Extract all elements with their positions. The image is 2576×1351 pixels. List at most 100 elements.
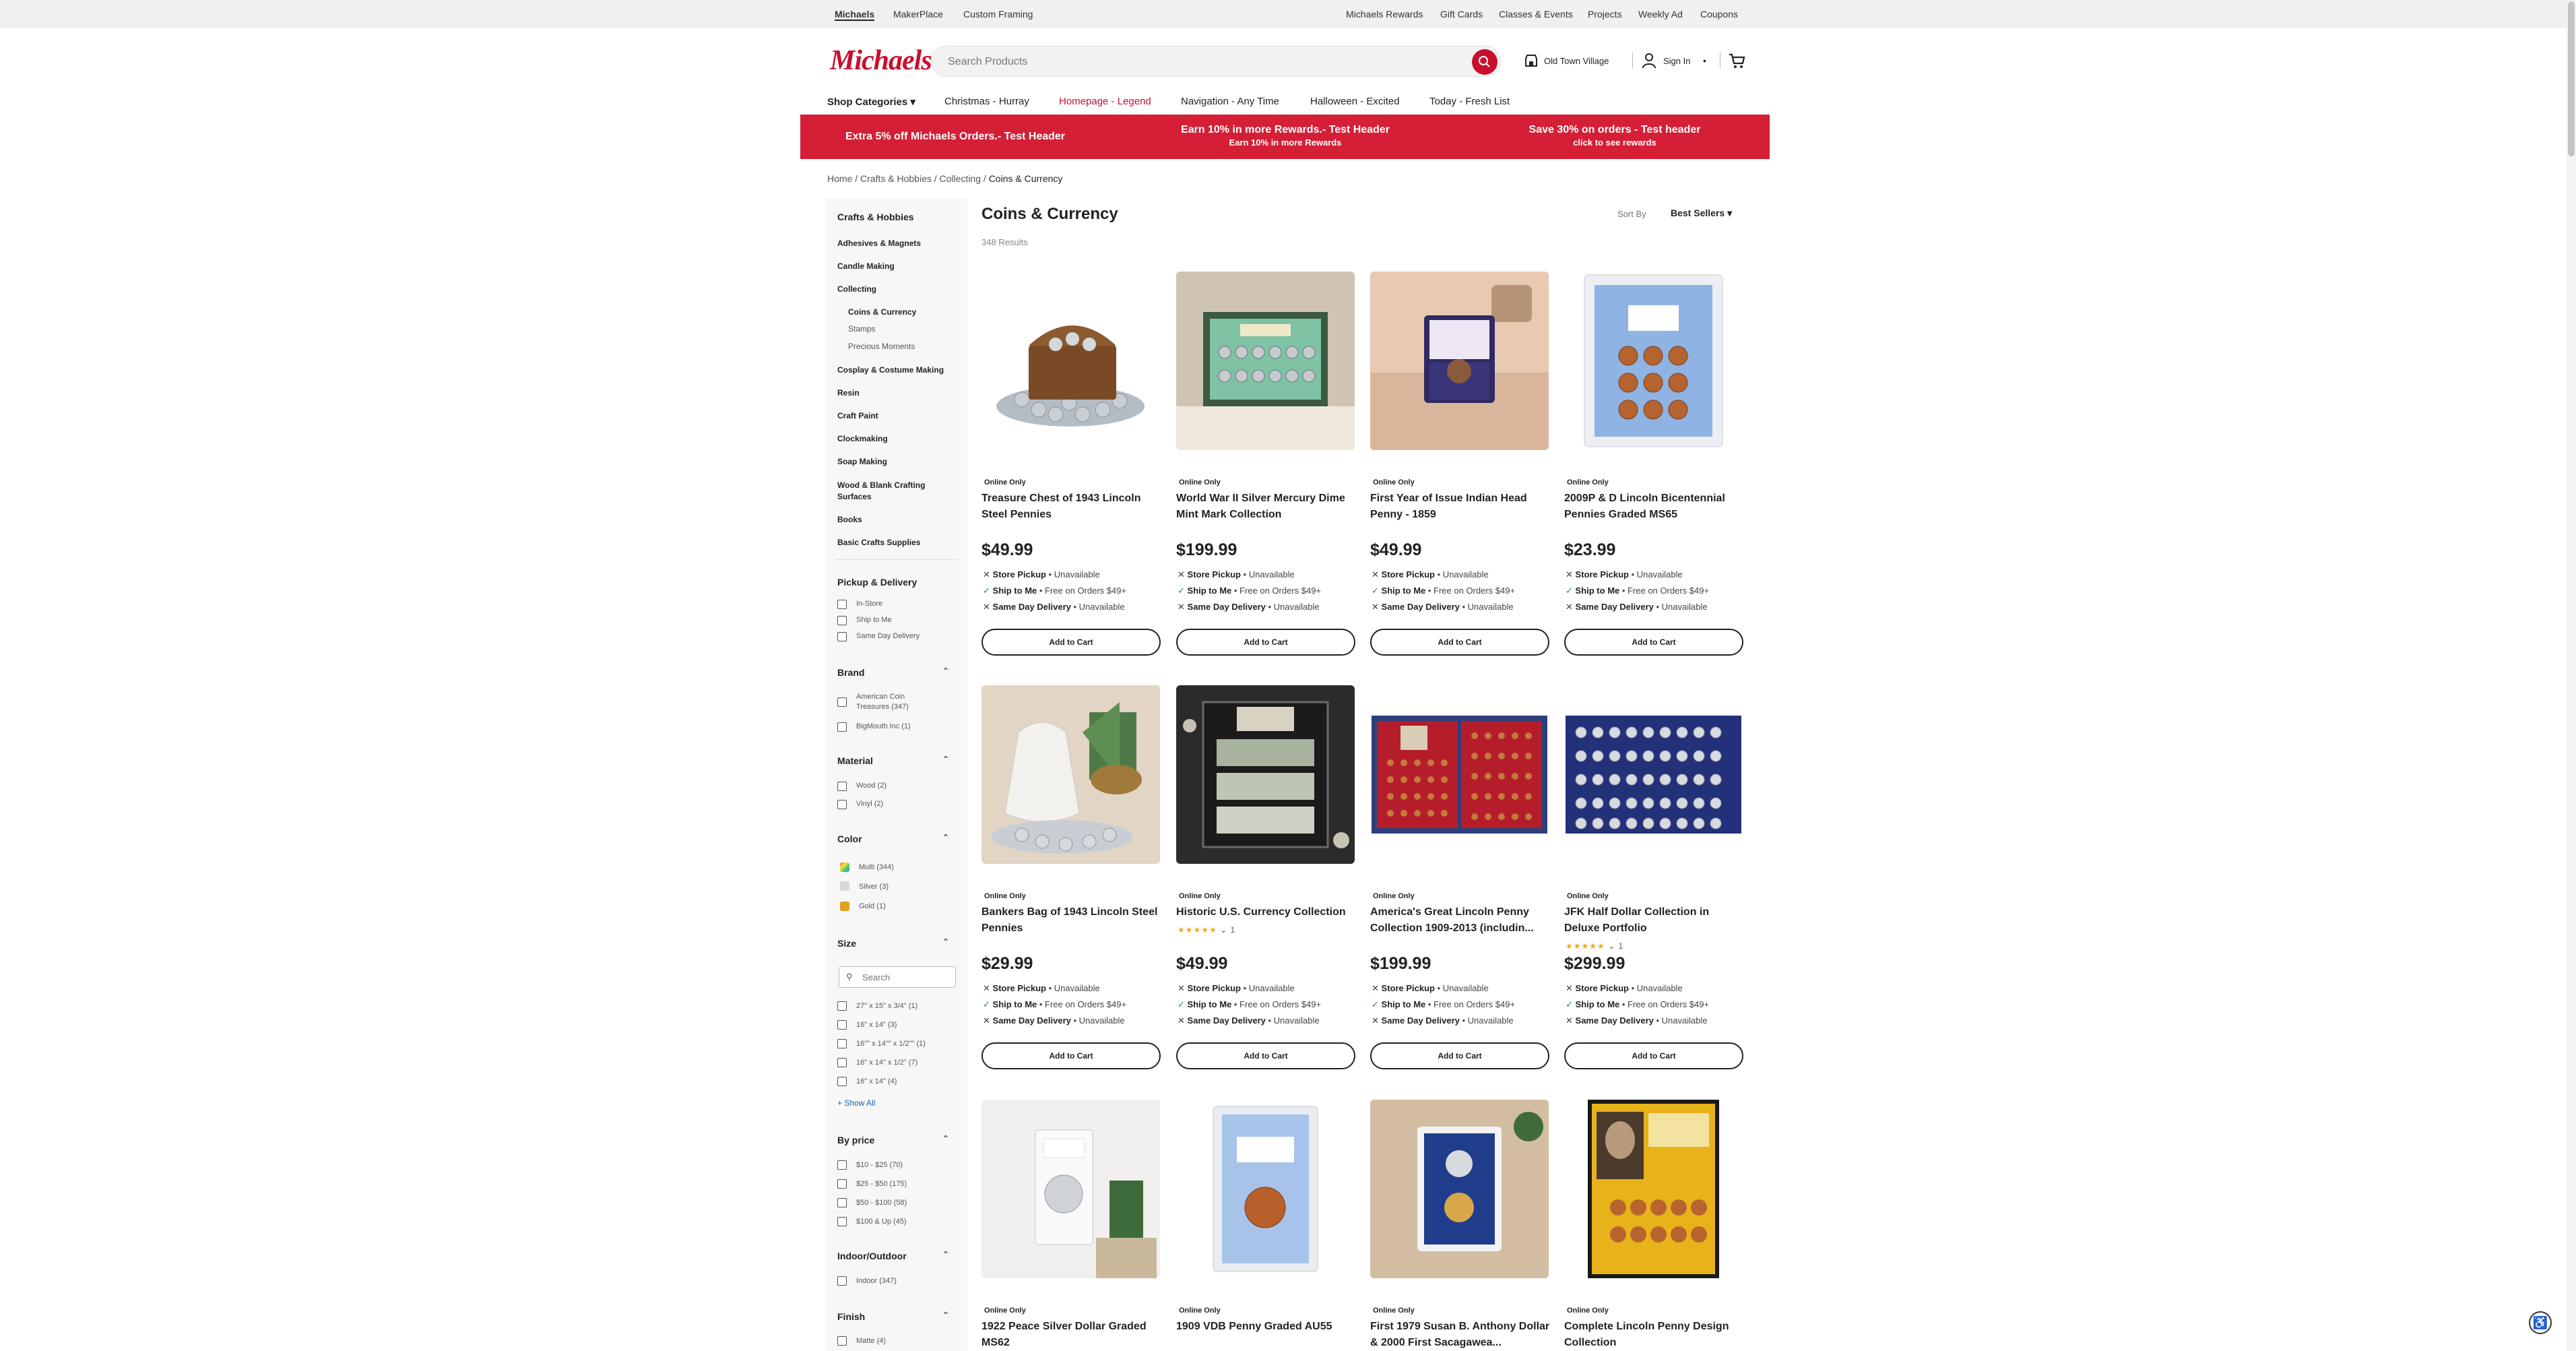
sidebar-cat[interactable]: Cosplay & Costume Making (837, 365, 944, 375)
sidebar-sub[interactable]: Precious Moments (848, 342, 915, 351)
star-rating[interactable]: ★★★★★ ⌄ 1 (1566, 941, 1623, 951)
sidebar-title[interactable]: Crafts & Hobbies (837, 212, 914, 222)
checkbox-size[interactable] (837, 1077, 847, 1086)
search-input[interactable]: Search Products (931, 46, 1501, 77)
promo-item-1[interactable]: Extra 5% off Michaels Orders.- Test Head… (800, 115, 1110, 159)
checkbox-price[interactable] (837, 1217, 847, 1226)
checkbox-sameday[interactable] (837, 632, 847, 641)
product-image[interactable] (1176, 1100, 1355, 1278)
checkbox-size[interactable] (837, 1039, 847, 1048)
utility-link-makerplace[interactable]: MakerPlace (893, 9, 943, 20)
star-rating[interactable]: ★★★★★ ⌄ 1 (1178, 925, 1235, 935)
size-search-input[interactable]: ⚲ Search (839, 966, 956, 988)
product-image[interactable] (1370, 272, 1549, 450)
product-name[interactable]: Complete Lincoln Penny Design Collection (1564, 1319, 1745, 1351)
sidebar-sub[interactable]: Stamps (848, 324, 876, 334)
sidebar-cat[interactable]: Resin (837, 388, 860, 398)
utility-link-coupons[interactable]: Coupons (1700, 9, 1738, 20)
promo-item-2[interactable]: Earn 10% in more Rewards.- Test Header Ea… (1130, 115, 1440, 159)
swatch-silver[interactable] (840, 881, 849, 891)
utility-link-classes[interactable]: Classes & Events (1499, 9, 1573, 20)
product-image[interactable] (1564, 1100, 1743, 1278)
cart-icon[interactable] (1728, 52, 1745, 69)
chevron-up-icon[interactable]: ⌃ (942, 1249, 950, 1261)
product-image[interactable] (1564, 272, 1743, 450)
checkbox-indoor[interactable] (837, 1276, 847, 1286)
add-to-cart-button[interactable]: Add to Cart (1176, 629, 1355, 656)
chevron-up-icon[interactable]: ⌃ (942, 1133, 950, 1145)
utility-link-weeklyad[interactable]: Weekly Ad (1638, 9, 1683, 20)
nav-item-homepage[interactable]: Homepage - Legend (1059, 96, 1151, 107)
add-to-cart-button[interactable]: Add to Cart (1564, 1042, 1743, 1069)
chevron-up-icon[interactable]: ⌃ (942, 1310, 950, 1321)
sidebar-cat[interactable]: Candle Making (837, 261, 895, 271)
add-to-cart-button[interactable]: Add to Cart (1370, 629, 1549, 656)
product-name[interactable]: America's Great Lincoln Penny Collection… (1370, 904, 1551, 937)
sidebar-sub-active[interactable]: Coins & Currency (848, 307, 916, 317)
michaels-logo[interactable]: Michaels (830, 44, 932, 77)
product-image[interactable] (1564, 685, 1743, 864)
sidebar-cat[interactable]: Soap Making (837, 457, 887, 466)
chevron-down-icon[interactable]: • (1703, 55, 1706, 66)
nav-item-navigation[interactable]: Navigation - Any Time (1181, 96, 1279, 107)
checkbox-size[interactable] (837, 1001, 847, 1011)
checkbox-price[interactable] (837, 1160, 847, 1170)
search-button[interactable] (1472, 49, 1498, 75)
checkbox-in-store[interactable] (837, 600, 847, 609)
filter-title-material[interactable]: Material (837, 755, 873, 766)
page-scrollbar[interactable] (2567, 0, 2576, 1351)
product-image[interactable] (1370, 1100, 1549, 1278)
product-name[interactable]: 2009P & D Lincoln Bicentennial Pennies G… (1564, 491, 1745, 523)
product-image[interactable] (1176, 685, 1355, 864)
product-name[interactable]: JFK Half Dollar Collection in Deluxe Por… (1564, 904, 1745, 937)
nav-item-christmas[interactable]: Christmas - Hurray (944, 96, 1029, 107)
product-image[interactable] (981, 1100, 1160, 1278)
product-name[interactable]: 1909 VDB Penny Graded AU55 (1176, 1319, 1357, 1335)
add-to-cart-button[interactable]: Add to Cart (1176, 1042, 1355, 1069)
sidebar-cat[interactable]: Books (837, 515, 862, 524)
breadcrumb-home[interactable]: Home (827, 173, 852, 184)
filter-title-indoor[interactable]: Indoor/Outdoor (837, 1251, 907, 1261)
product-image[interactable] (981, 685, 1160, 864)
product-name[interactable]: 1922 Peace Silver Dollar Graded MS62 (981, 1319, 1162, 1351)
add-to-cart-button[interactable]: Add to Cart (1564, 629, 1743, 656)
add-to-cart-button[interactable]: Add to Cart (981, 1042, 1161, 1069)
checkbox-price[interactable] (837, 1198, 847, 1207)
sidebar-cat[interactable]: Basic Crafts Supplies (837, 538, 920, 547)
filter-title-size[interactable]: Size (837, 938, 856, 949)
product-image[interactable] (981, 272, 1160, 450)
filter-title-pickup[interactable]: Pickup & Delivery (837, 577, 917, 588)
shop-categories-menu[interactable]: Shop Categories ▾ (827, 96, 915, 108)
filter-title-price[interactable]: By price (837, 1135, 874, 1145)
checkbox-brand[interactable] (837, 722, 847, 732)
utility-link-rewards[interactable]: Michaels Rewards (1346, 9, 1423, 20)
chevron-up-icon[interactable]: ⌃ (942, 754, 950, 765)
utility-link-framing[interactable]: Custom Framing (963, 9, 1033, 20)
checkbox-price[interactable] (837, 1179, 847, 1189)
sign-in-link[interactable]: Sign In (1663, 56, 1690, 66)
nav-item-today[interactable]: Today - Fresh List (1429, 96, 1510, 107)
checkbox-ship[interactable] (837, 616, 847, 625)
product-name[interactable]: Historic U.S. Currency Collection (1176, 904, 1357, 920)
scrollbar-thumb[interactable] (2568, 1, 2575, 156)
checkbox-brand[interactable] (837, 697, 847, 707)
nav-item-halloween[interactable]: Halloween - Excited (1310, 96, 1400, 107)
filter-title-finish[interactable]: Finish (837, 1311, 865, 1322)
filter-title-color[interactable]: Color (837, 834, 862, 844)
product-image[interactable] (1176, 272, 1355, 450)
sidebar-cat[interactable]: Collecting (837, 284, 876, 294)
sidebar-cat[interactable]: Clockmaking (837, 434, 888, 443)
sidebar-cat[interactable]: Adhesives & Magnets (837, 239, 921, 248)
breadcrumb-crafts[interactable]: Crafts & Hobbies (860, 173, 932, 184)
sidebar-cat[interactable]: Craft Paint (837, 411, 878, 420)
promo-item-3[interactable]: Save 30% on orders - Test header click to… (1460, 115, 1770, 159)
sort-dropdown[interactable]: Best Sellers ▾ (1671, 208, 1732, 219)
utility-link-projects[interactable]: Projects (1588, 9, 1622, 20)
show-all-link[interactable]: + Show All (837, 1098, 875, 1108)
chevron-up-icon[interactable]: ⌃ (942, 666, 950, 677)
checkbox-finish[interactable] (837, 1336, 847, 1346)
product-name[interactable]: World War II Silver Mercury Dime Mint Ma… (1176, 491, 1357, 523)
sidebar-cat[interactable]: Wood & Blank Crafting Surfaces (837, 480, 945, 503)
product-name[interactable]: First 1979 Susan B. Anthony Dollar & 200… (1370, 1319, 1551, 1351)
utility-link-giftcards[interactable]: Gift Cards (1440, 9, 1483, 20)
